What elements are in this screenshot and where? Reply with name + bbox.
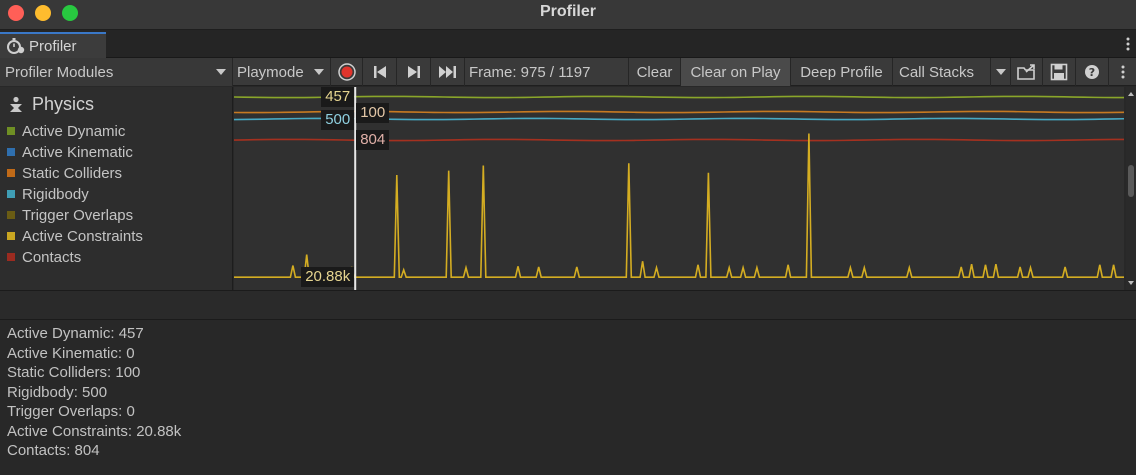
last-frame-button[interactable] [431,58,465,86]
clear-on-play-toggle[interactable]: Clear on Play [681,58,791,86]
stopwatch-icon [7,38,25,54]
series-line-active-constraints [234,133,1124,278]
legend-swatch [7,127,15,135]
playmode-label: Playmode [237,63,304,81]
clear-on-play-label: Clear on Play [690,63,781,81]
value-label-active-dynamic: 457 [321,87,355,107]
deep-profile-label: Deep Profile [800,63,883,81]
legend-item-active-constraints[interactable]: Active Constraints [7,226,143,246]
legend-label: Active Constraints [22,227,143,245]
module-title-text: Physics [32,94,95,114]
frame-counter-text: Frame: 975 / 1197 [469,63,591,81]
legend-item-static-colliders[interactable]: Static Colliders [7,163,122,183]
more-options-icon [1121,65,1124,79]
legend-swatch [7,148,15,156]
call-stacks-label: Call Stacks [899,63,975,81]
detail-rigidbody: Rigidbody: 500 [7,383,108,401]
legend-swatch [7,169,15,177]
help-button[interactable]: ? [1076,58,1109,86]
value-label-contacts: 804 [356,130,390,150]
legend-label: Rigidbody [22,185,89,203]
playmode-dropdown[interactable]: Playmode [233,58,331,86]
tab-bar: Profiler [0,30,1136,58]
legend-item-active-kinematic[interactable]: Active Kinematic [7,142,133,162]
detail-trigger-overlaps: Trigger Overlaps: 0 [7,403,135,420]
legend-item-rigidbody[interactable]: Rigidbody [7,184,89,204]
detail-active-kinematic: Active Kinematic: 0 [7,344,135,362]
legend-label: Active Dynamic [22,122,126,140]
record-button[interactable] [331,58,363,86]
detail-contacts: Contacts: 804 [7,442,100,459]
detail-static-colliders: Static Colliders: 100 [7,364,141,381]
chevron-down-icon [995,69,1006,75]
legend-swatch [7,211,15,219]
profiler-toolbar: Profiler Modules Playmode Frame: 975 / 1… [0,58,1136,86]
fast-forward-icon [438,66,456,78]
physics-module-legend[interactable]: Physics Active Dynamic Active Kinematic … [0,87,233,290]
detail-active-constraints: Active Constraints: 20.88k [7,422,182,440]
value-label-active-constraints: 20.88k [301,267,355,287]
window-titlebar: Profiler [0,0,1136,30]
help-icon: ? [1085,65,1099,79]
call-stacks-dropdown[interactable] [991,58,1011,86]
chevron-down-icon [216,69,226,75]
tab-profiler[interactable]: Profiler [0,32,106,58]
frame-counter: Frame: 975 / 1197 [465,58,629,86]
call-stacks-toggle[interactable]: Call Stacks [893,58,991,86]
legend-swatch [7,190,15,198]
profiler-modules-label: Profiler Modules [5,63,114,81]
clear-label: Clear [636,63,673,81]
legend-swatch [7,253,15,261]
legend-item-active-dynamic[interactable]: Active Dynamic [7,121,125,141]
legend-label: Active Kinematic [22,143,133,161]
value-label-static-colliders: 100 [356,103,390,123]
legend-item-trigger-overlaps[interactable]: Trigger Overlaps [7,205,133,225]
save-icon [1050,63,1068,81]
toolbar-more-button[interactable] [1109,58,1136,86]
module-details-pane: Active Dynamic: 457 Active Kinematic: 0 … [0,320,1136,475]
detail-active-dynamic: Active Dynamic: 457 [7,325,144,342]
first-frame-button[interactable] [363,58,397,86]
details-splitter[interactable] [0,290,1136,320]
deep-profile-toggle[interactable]: Deep Profile [791,58,893,86]
chevron-down-icon [314,69,324,75]
chart-vertical-scrollbar[interactable] [1126,87,1136,290]
scrollbar-thumb[interactable] [1128,165,1134,197]
more-options-icon[interactable] [1126,37,1130,51]
value-label-rigidbody: 500 [321,110,355,130]
tab-label: Profiler [29,37,77,55]
module-title: Physics [8,94,94,115]
clear-button[interactable]: Clear [629,58,681,86]
chevron-up-icon [1128,92,1134,96]
chevron-down-icon [1128,281,1134,285]
skip-back-icon [373,66,386,78]
save-button[interactable] [1043,58,1076,86]
folder-open-icon [1016,64,1035,80]
physics-icon [10,96,22,112]
record-icon [337,63,356,81]
legend-label: Static Colliders [22,164,123,182]
next-frame-button[interactable] [397,58,431,86]
legend-swatch [7,232,15,240]
legend-item-contacts[interactable]: Contacts [7,247,81,267]
profiler-modules-dropdown[interactable]: Profiler Modules [0,58,233,86]
legend-label: Trigger Overlaps [22,206,134,224]
legend-label: Contacts [22,248,82,266]
svg-text:?: ? [1089,66,1095,79]
series-line-active-dynamic [234,95,1124,99]
physics-chart[interactable]: 457 100 500 804 20.88k [234,87,1124,290]
skip-forward-icon [407,66,420,78]
load-button[interactable] [1011,58,1043,86]
window-title: Profiler [539,3,596,20]
